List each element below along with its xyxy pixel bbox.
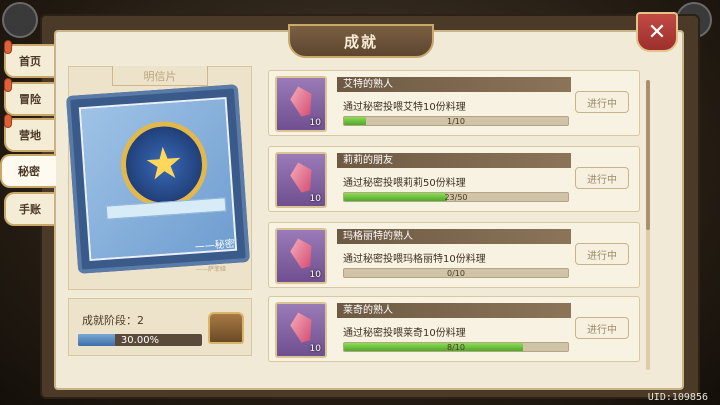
- side-tab-camp[interactable]: 营地: [4, 114, 54, 152]
- star-badge-icon: ★: [118, 118, 210, 211]
- window-title: 成就: [288, 24, 434, 58]
- side-tab-label: 秘密: [18, 165, 40, 178]
- reward-count: 10: [309, 270, 321, 280]
- badge-ribbon: [105, 197, 227, 220]
- uid-label: UID:109856: [647, 392, 708, 403]
- stage-percent: 30.00%: [120, 334, 160, 346]
- achievement-icon: 10: [275, 76, 327, 132]
- side-tab-label: 营地: [19, 129, 41, 142]
- achievement-desc: 通过秘密投喂玛格丽特10份料理: [343, 254, 486, 265]
- achievement-title: 艾特的熟人: [337, 77, 571, 92]
- status-button[interactable]: 进行中: [575, 91, 629, 113]
- postcard-stamp[interactable]: ★ ——秘密: [66, 84, 250, 274]
- pink-gem-icon: [287, 310, 316, 345]
- status-button[interactable]: 进行中: [575, 317, 629, 339]
- achievement-row: 10 艾特的熟人 通过秘密投喂艾特10份料理 1/10 进行中: [268, 70, 640, 136]
- reward-count: 10: [309, 344, 321, 354]
- achievement-icon: 10: [275, 152, 327, 208]
- pink-gem-icon: [287, 84, 316, 119]
- pin-icon: [4, 114, 12, 128]
- side-tab-label: 手账: [19, 203, 41, 216]
- close-button[interactable]: ✕: [636, 12, 678, 52]
- pink-gem-icon: [287, 160, 316, 195]
- postcard-signature: ——萨菲娅: [196, 266, 227, 273]
- close-icon: ✕: [647, 19, 667, 45]
- side-tab-secret[interactable]: 秘密: [0, 154, 56, 188]
- side-tab-adventure[interactable]: 冒险: [4, 78, 54, 116]
- stamp-inner: ★ ——秘密: [78, 97, 238, 261]
- achievement-desc: 通过秘密投喂艾特10份料理: [343, 102, 466, 113]
- status-button[interactable]: 进行中: [575, 243, 629, 265]
- pink-gem-icon: [287, 236, 316, 271]
- achievement-progress-text: 0/10: [447, 268, 465, 278]
- scrollbar-thumb[interactable]: [646, 80, 650, 230]
- achievement-row: 10 玛格丽特的熟人 通过秘密投喂玛格丽特10份料理 0/10 进行中: [268, 222, 640, 288]
- achievement-progress-text: 8/10: [447, 342, 465, 352]
- achievement-progress-text: 1/10: [447, 116, 465, 126]
- side-tab-label: 冒险: [19, 93, 41, 106]
- reward-count: 10: [309, 118, 321, 128]
- achievement-title: 玛格丽特的熟人: [337, 229, 571, 244]
- top-left-button[interactable]: [2, 2, 38, 38]
- pin-icon: [4, 78, 12, 92]
- postcard-label: 明信片: [112, 66, 208, 86]
- achievement-icon: 10: [275, 302, 327, 358]
- side-tab-journal[interactable]: 手账: [4, 192, 54, 226]
- status-button[interactable]: 进行中: [575, 167, 629, 189]
- achievement-row: 10 莉莉的朋友 通过秘密投喂莉莉50份料理 23/50 进行中: [268, 146, 640, 212]
- achievement-row: 10 莱奇的熟人 通过秘密投喂莱奇10份料理 8/10 进行中: [268, 296, 640, 362]
- achievement-desc: 通过秘密投喂莱奇10份料理: [343, 328, 466, 339]
- achievement-progress-text: 23/50: [444, 192, 468, 202]
- stage-label: 成就阶段：2: [82, 314, 144, 327]
- side-tab-home[interactable]: 首页: [4, 40, 54, 78]
- achievement-desc: 通过秘密投喂莉莉50份料理: [343, 178, 466, 189]
- pin-icon: [4, 40, 12, 54]
- achievement-icon: 10: [275, 228, 327, 284]
- achievement-title: 莱奇的熟人: [337, 303, 571, 318]
- stamp-caption: ——秘密: [194, 238, 236, 253]
- treasure-chest-icon[interactable]: [208, 312, 244, 344]
- reward-count: 10: [309, 194, 321, 204]
- achievement-title: 莉莉的朋友: [337, 153, 571, 168]
- side-tab-label: 首页: [19, 55, 41, 68]
